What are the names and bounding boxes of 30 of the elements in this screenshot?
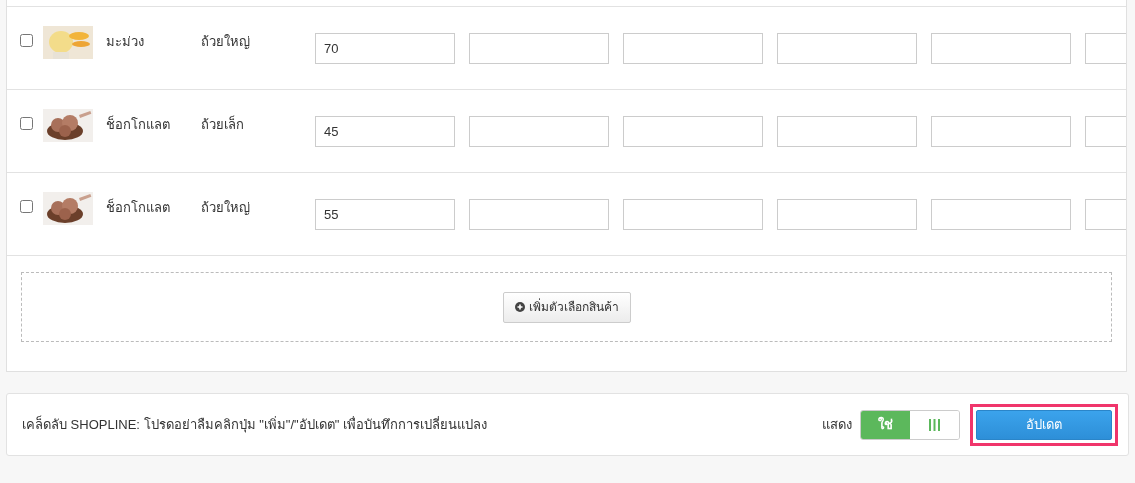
input-field[interactable] — [623, 116, 763, 147]
tip-text: เคล็ดลับ SHOPLINE: โปรดอย่าลืมคลิกปุ่ม "เพิ่ม"/"อัปเดต" เพื่อบันทึกการเปลี่ยนแปลง — [22, 414, 488, 435]
variant-name: ช็อกโกแลต — [106, 198, 171, 217]
input-field[interactable] — [777, 199, 917, 230]
input-field[interactable] — [777, 33, 917, 64]
input-field[interactable] — [623, 33, 763, 64]
input-field[interactable] — [469, 199, 609, 230]
variant-name: มะม่วง — [106, 33, 145, 51]
price-field[interactable]: 55 — [315, 199, 455, 230]
variant-size: ถ้วยใหญ่ — [201, 33, 251, 51]
input-field[interactable] — [931, 33, 1071, 64]
add-option-button[interactable]: เพิ่มตัวเลือกสินค้า — [502, 291, 631, 323]
input-field[interactable] — [623, 199, 763, 230]
variant-name: ช็อกโกแลต — [106, 115, 171, 134]
row-checkbox[interactable] — [20, 200, 33, 213]
row-checkbox[interactable] — [20, 34, 33, 47]
grip-icon — [929, 418, 940, 431]
price-field[interactable]: 45 — [315, 116, 455, 147]
input-field[interactable] — [931, 116, 1071, 147]
plus-circle-icon — [514, 302, 525, 312]
variant-size: ถ้วยใหญ่ — [201, 199, 251, 217]
show-label: แสดง — [822, 415, 852, 434]
toggle-on-label: ใช่ — [861, 410, 910, 439]
input-field[interactable] — [931, 199, 1071, 230]
variant-size: ถ้วยเล็ก — [201, 115, 245, 134]
row-checkbox[interactable] — [20, 117, 33, 130]
price-field[interactable]: 70 — [315, 33, 455, 64]
input-field[interactable] — [469, 116, 609, 147]
input-field[interactable] — [777, 116, 917, 147]
input-field[interactable] — [469, 33, 609, 64]
